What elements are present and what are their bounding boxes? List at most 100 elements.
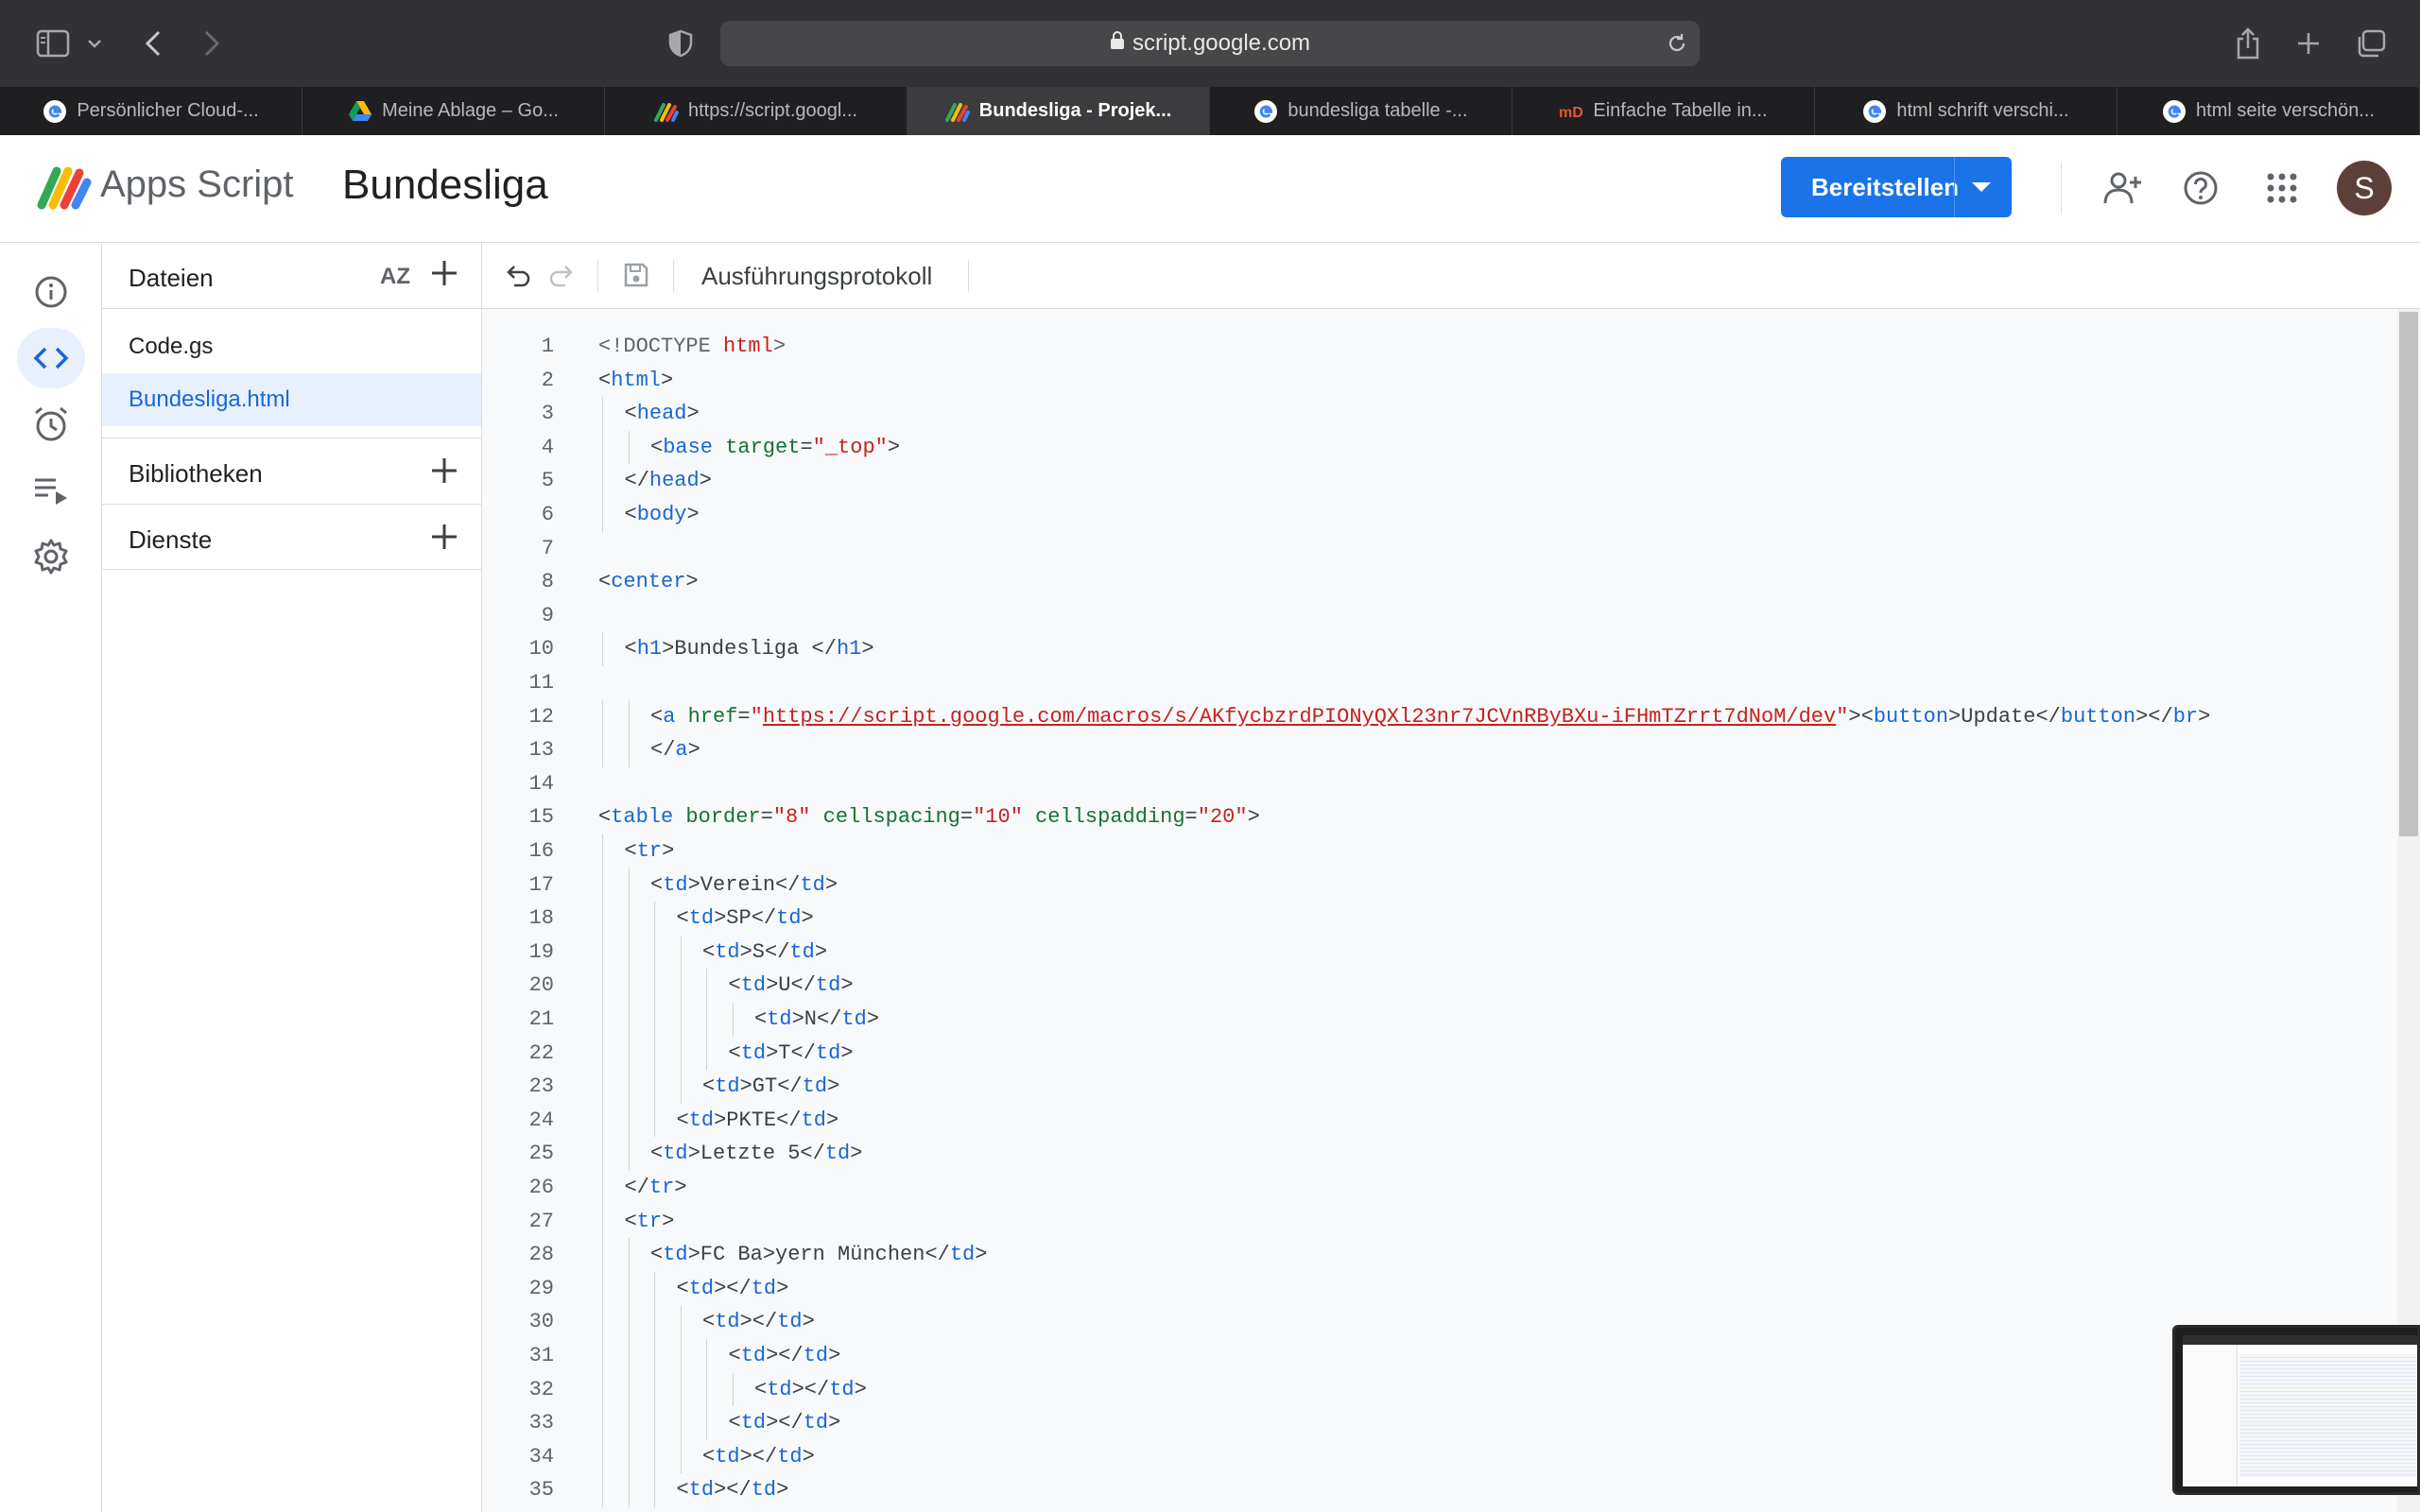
- apps-grid-icon[interactable]: [2257, 163, 2307, 213]
- add-service-icon[interactable]: [429, 522, 459, 557]
- reload-icon[interactable]: [1666, 32, 1688, 61]
- code-line[interactable]: 20 <td>U</td>: [482, 969, 2397, 1003]
- code-line[interactable]: 24 <td>PKTE</td>: [482, 1104, 2397, 1138]
- code-line[interactable]: 12 <a href="https://script.google.com/mac…: [482, 700, 2397, 734]
- tab-script-url[interactable]: https://script.googl...: [605, 87, 908, 135]
- redo-icon[interactable]: [548, 261, 577, 294]
- indent-guide: [602, 1238, 603, 1272]
- project-title[interactable]: Bundesliga: [342, 162, 548, 209]
- code-line[interactable]: 34 <td></td>: [482, 1440, 2397, 1474]
- sort-label: AZ: [380, 264, 410, 289]
- code-line[interactable]: 21 <td>N</td>: [482, 1003, 2397, 1037]
- tab-bundesliga-project[interactable]: Bundesliga - Projek...: [908, 87, 1210, 135]
- code-line[interactable]: 32 <td></td>: [482, 1373, 2397, 1407]
- indent-guide: [706, 1406, 707, 1440]
- sidebar-toggle-icon[interactable]: [28, 19, 78, 68]
- overview-icon[interactable]: [17, 262, 85, 322]
- code-line[interactable]: 35 <td></td>: [482, 1473, 2397, 1507]
- tab-html-schrift[interactable]: html schrift verschi...: [1815, 87, 2118, 135]
- apps-script-icon: [654, 99, 679, 124]
- tab-bundesliga-tabelle[interactable]: bundesliga tabelle -...: [1210, 87, 1512, 135]
- executions-list-icon[interactable]: [17, 460, 85, 521]
- back-icon[interactable]: [136, 19, 170, 68]
- code-line[interactable]: 17 <td>Verein</td>: [482, 868, 2397, 902]
- tab-label: https://script.googl...: [688, 100, 857, 121]
- line-number: 31: [528, 1344, 554, 1367]
- code-line[interactable]: 19 <td>S</td>: [482, 936, 2397, 970]
- line-number: 32: [528, 1377, 554, 1401]
- code-line[interactable]: 10 <h1>Bundesliga </h1>: [482, 632, 2397, 666]
- code-line[interactable]: 30 <td></td>: [482, 1305, 2397, 1339]
- code-line[interactable]: 9: [482, 599, 2397, 633]
- code-line[interactable]: 28 <td>FC Ba>yern München</td>: [482, 1238, 2397, 1272]
- code-line[interactable]: 29 <td></td>: [482, 1272, 2397, 1306]
- code-line[interactable]: 16 <tr>: [482, 834, 2397, 868]
- chevron-down-icon[interactable]: [83, 19, 106, 68]
- code-line[interactable]: 6 <body>: [482, 498, 2397, 532]
- tab-einfache-tabelle[interactable]: mD Einfache Tabelle in...: [1512, 87, 1815, 135]
- code-line[interactable]: 25 <td>Letzte 5</td>: [482, 1137, 2397, 1171]
- editor-code-icon[interactable]: [17, 328, 85, 388]
- code-line[interactable]: 33 <td></td>: [482, 1406, 2397, 1440]
- indent-guide: [602, 1003, 603, 1037]
- indent-guide: [602, 902, 603, 936]
- indent-guide: [654, 1036, 655, 1071]
- code-text: </a>: [650, 738, 700, 763]
- tab-overview-icon[interactable]: [2352, 19, 2390, 68]
- code-line[interactable]: 5 </head>: [482, 464, 2397, 498]
- code-line[interactable]: 2 <html>: [482, 364, 2397, 398]
- save-icon[interactable]: [622, 261, 650, 294]
- screenshot-thumbnail[interactable]: [2172, 1325, 2420, 1495]
- code-line[interactable]: 7: [482, 532, 2397, 566]
- code-line[interactable]: 4 <base target="_top">: [482, 431, 2397, 465]
- code-line[interactable]: 8 <center>: [482, 565, 2397, 599]
- app-name[interactable]: Apps Script: [100, 163, 294, 206]
- code-text: <td></td>: [728, 1344, 841, 1367]
- help-icon[interactable]: [2176, 163, 2225, 213]
- settings-gear-icon[interactable]: [17, 526, 85, 587]
- add-person-icon[interactable]: [2099, 163, 2148, 213]
- editor-scrollbar-thumb[interactable]: [2399, 312, 2418, 836]
- undo-icon[interactable]: [503, 261, 531, 294]
- tab-google-drive[interactable]: Meine Ablage – Go...: [302, 87, 605, 135]
- sort-az-icon[interactable]: AZ: [376, 260, 414, 294]
- code-line[interactable]: 23 <td>GT</td>: [482, 1070, 2397, 1104]
- code-line[interactable]: 13 </a>: [482, 733, 2397, 767]
- code-line[interactable]: 27 <tr>: [482, 1205, 2397, 1239]
- code-line[interactable]: 1 <!DOCTYPE html>: [482, 330, 2397, 364]
- indent-guide: [732, 1003, 734, 1037]
- new-tab-icon[interactable]: [2290, 19, 2327, 68]
- code-line[interactable]: 22 <td>T</td>: [482, 1037, 2397, 1071]
- line-number: 13: [528, 738, 554, 763]
- forward-icon[interactable]: [195, 19, 229, 68]
- triggers-alarm-icon[interactable]: [17, 394, 85, 455]
- tab-google-cloud[interactable]: Persönlicher Cloud-...: [0, 87, 302, 135]
- code-line[interactable]: 14: [482, 767, 2397, 801]
- add-file-icon[interactable]: [429, 258, 459, 293]
- execution-log-button[interactable]: Ausführungsprotokoll: [701, 262, 932, 291]
- address-bar[interactable]: script.google.com: [720, 21, 1700, 66]
- line-number: 17: [528, 872, 554, 897]
- apps-script-logo-icon[interactable]: [36, 162, 93, 211]
- section-libraries[interactable]: Bibliotheken: [102, 438, 481, 504]
- code-line[interactable]: 3 <head>: [482, 397, 2397, 431]
- code-line[interactable]: 11: [482, 666, 2397, 700]
- tab-html-seite[interactable]: html seite verschön...: [2118, 87, 2420, 135]
- section-services[interactable]: Dienste: [102, 504, 481, 570]
- deploy-dropdown-icon[interactable]: [1972, 182, 1991, 192]
- file-item-bundesliga-html[interactable]: Bundesliga.html: [102, 373, 481, 426]
- deploy-button[interactable]: Bereitstellen: [1781, 157, 2012, 217]
- share-icon[interactable]: [2229, 19, 2267, 68]
- code-line[interactable]: 15 <table border="8" cellspacing="10" cel…: [482, 800, 2397, 834]
- file-item-code-gs[interactable]: Code.gs: [102, 320, 481, 373]
- privacy-shield-icon[interactable]: [662, 19, 700, 68]
- avatar[interactable]: S: [2337, 161, 2392, 215]
- indent-guide: [628, 935, 630, 970]
- indent-guide: [654, 1473, 655, 1507]
- code-editor[interactable]: 1 <!DOCTYPE html> 2 <html> 3 <head> 4 <base tar…: [482, 309, 2397, 1512]
- code-line[interactable]: 31 <td></td>: [482, 1339, 2397, 1373]
- line-number: 34: [528, 1444, 554, 1469]
- add-library-icon[interactable]: [429, 455, 459, 490]
- code-line[interactable]: 26 </tr>: [482, 1171, 2397, 1205]
- code-line[interactable]: 18 <td>SP</td>: [482, 902, 2397, 936]
